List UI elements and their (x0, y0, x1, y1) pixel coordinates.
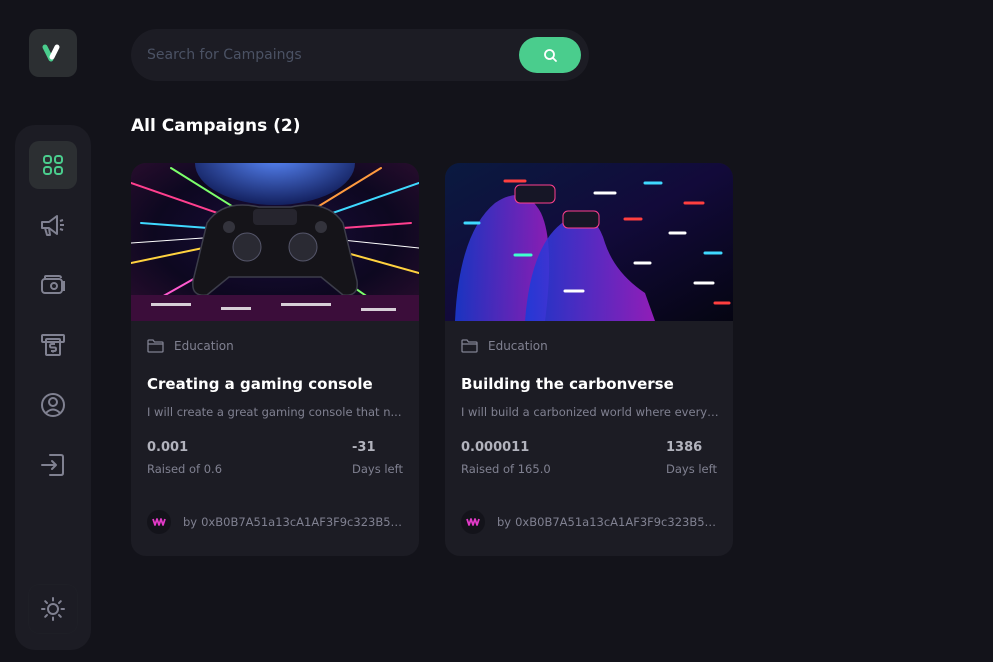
folder-icon (461, 339, 478, 353)
withdraw-icon (41, 334, 65, 356)
campaign-card[interactable]: Education Building the carbonverse I wil… (445, 163, 733, 556)
days-stat: 1386 Days left (666, 440, 717, 476)
owner-row: by 0xB0B7A51a13cA1AF3F9c323B531F... (147, 510, 403, 534)
logo-v-icon (42, 44, 60, 62)
avatar (461, 510, 485, 534)
days-label: Days left (666, 462, 717, 476)
category-row: Education (461, 339, 548, 353)
search-button[interactable] (519, 37, 581, 73)
campaign-title: Creating a gaming console (147, 375, 373, 393)
sun-icon (41, 597, 65, 621)
raised-value: 0.001 (147, 440, 189, 455)
campaign-title: Building the carbonverse (461, 375, 674, 393)
nav-payment[interactable] (29, 261, 77, 309)
campaign-image (445, 163, 733, 321)
campaign-description: I will build a carbonized world where ev… (461, 405, 719, 419)
campaign-description: I will create a great gaming console tha… (147, 405, 402, 419)
category-label: Education (174, 339, 234, 353)
raised-label: Raised of 0.6 (147, 462, 223, 476)
nav-dashboard[interactable] (29, 141, 77, 189)
vr-headset-image (445, 163, 733, 321)
page-title: All Campaigns (2) (131, 116, 301, 136)
thirdweb-logo-icon (152, 518, 166, 526)
owner-row: by 0xB0B7A51a13cA1AF3F9c323B531F... (461, 510, 717, 534)
avatar (147, 510, 171, 534)
sidebar (15, 125, 91, 650)
wallet-icon (41, 275, 65, 294)
folder-icon (147, 339, 164, 353)
raised-label: Raised of 165.0 (461, 462, 551, 476)
owner-address-value: 0xB0B7A51a13cA1AF3F9c323B531F... (201, 515, 403, 529)
nav-logout[interactable] (29, 441, 77, 489)
app-logo[interactable] (29, 29, 77, 77)
campaign-image (131, 163, 419, 321)
category-row: Education (147, 339, 234, 353)
days-value: 1386 (666, 440, 703, 455)
campaign-card[interactable]: Education Creating a gaming console I wi… (131, 163, 419, 556)
days-label: Days left (352, 462, 403, 476)
dashboard-grid-icon (43, 155, 63, 175)
owner-address-value: 0xB0B7A51a13cA1AF3F9c323B531F... (515, 515, 717, 529)
nav-profile[interactable] (29, 381, 77, 429)
logout-icon (41, 454, 64, 476)
search-input[interactable] (147, 29, 517, 81)
nav-withdraw[interactable] (29, 321, 77, 369)
raised-stat: 0.001 Raised of 0.6 (147, 440, 222, 476)
raised-stat: 0.000011 Raised of 165.0 (461, 440, 551, 476)
nav-campaign[interactable] (29, 201, 77, 249)
megaphone-icon (41, 215, 64, 236)
theme-toggle-button[interactable] (29, 585, 77, 633)
search-icon (543, 48, 557, 62)
owner-by-label: by (183, 515, 198, 529)
search-bar (131, 29, 589, 81)
owner-by-label: by (497, 515, 512, 529)
owner-address: by 0xB0B7A51a13cA1AF3F9c323B531F... (497, 515, 717, 529)
profile-icon (41, 393, 65, 417)
gaming-controller-image (131, 163, 419, 321)
owner-address: by 0xB0B7A51a13cA1AF3F9c323B531F... (183, 515, 403, 529)
days-stat: -31 Days left (352, 440, 403, 476)
raised-value: 0.000011 (461, 440, 530, 455)
category-label: Education (488, 339, 548, 353)
days-value: -31 (352, 440, 376, 455)
thirdweb-logo-icon (466, 518, 480, 526)
